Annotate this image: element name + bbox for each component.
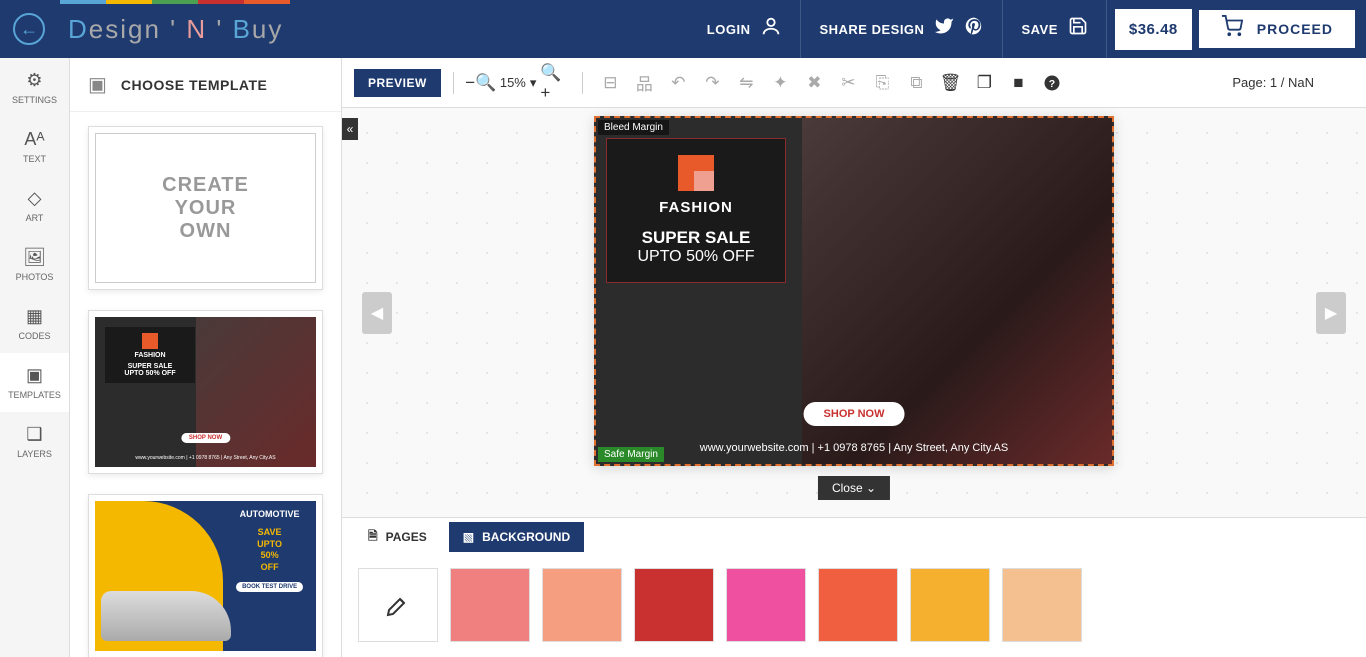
template-panel-header: ▣ CHOOSE TEMPLATE [70, 58, 341, 112]
left-sidebar: ⚙SETTINGS AᴬTEXT ◇ART 🖼PHOTOS ▦CODES ▣TE… [0, 58, 70, 657]
swatch-2[interactable] [542, 568, 622, 642]
save-icon [1068, 16, 1088, 42]
discount-text: UPTO 50% OFF [619, 248, 773, 266]
page-indicator: Page: 1 / NaN [1232, 75, 1314, 90]
swatch-7[interactable] [1002, 568, 1082, 642]
proceed-label: PROCEED [1257, 21, 1333, 37]
close-bottom-panel-button[interactable]: Close ⌄ [818, 476, 890, 500]
background-swatches [342, 556, 1366, 654]
app-logo: Design ' N ' Buy [68, 14, 283, 45]
pages-icon: 🗎 [368, 527, 378, 548]
template-list[interactable]: CREATE YOUR OWN FASHION SUPER SALE UPTO … [70, 112, 341, 657]
preview-button[interactable]: PREVIEW [354, 69, 441, 97]
delete-button[interactable]: ✖ [799, 68, 829, 98]
bottom-panel: 🗎 PAGES ▧ BACKGROUND [342, 517, 1366, 657]
color-picker-button[interactable] [358, 568, 438, 642]
sale-headline: SUPER SALE [619, 228, 773, 248]
sidebar-item-layers[interactable]: ❑LAYERS [0, 412, 69, 471]
cart-icon [1221, 15, 1243, 43]
canvas-footer-text: www.yourwebsite.com | +1 0978 8765 | Any… [700, 442, 1008, 454]
share-label: SHARE DESIGN [819, 22, 924, 37]
sidebar-item-photos[interactable]: 🖼PHOTOS [0, 235, 69, 294]
login-label: LOGIN [707, 22, 751, 37]
sidebar-item-codes[interactable]: ▦CODES [0, 294, 69, 353]
shapes-icon: ◇ [28, 188, 42, 209]
canvas-toolbar: PREVIEW −🔍 15%▾ 🔍+ ⊟ 品 ↶ ↷ ⇋ ✦ ✖ ✂ ⎘ ⧉ 🗑… [342, 58, 1366, 108]
template-card-fashion[interactable]: FASHION SUPER SALE UPTO 50% OFF SHOP NOW… [88, 310, 323, 474]
retouch-button[interactable]: ✦ [765, 68, 795, 98]
twitter-icon[interactable] [934, 16, 954, 42]
bleed-margin-label: Bleed Margin [598, 120, 669, 135]
save-button[interactable]: SAVE [1002, 0, 1105, 58]
zoom-in-button[interactable]: 🔍+ [540, 68, 570, 98]
canvas-viewport[interactable]: « ◀ ▶ Bleed Margin Cut Margin Safe Margi… [342, 108, 1366, 517]
logo-color-bar [60, 0, 290, 4]
templates-icon: ▣ [26, 365, 43, 386]
flip-button[interactable]: ⇋ [731, 68, 761, 98]
brand-text: FASHION [619, 199, 773, 216]
redo-button[interactable]: ↷ [697, 68, 727, 98]
app-header: ← Design ' N ' Buy LOGIN SHARE DESIGN SA… [0, 0, 1366, 58]
template-header-icon: ▣ [88, 72, 107, 97]
back-button[interactable]: ← [0, 13, 58, 45]
tab-pages[interactable]: 🗎 PAGES [354, 519, 441, 556]
swatch-6[interactable] [910, 568, 990, 642]
gear-icon: ⚙ [26, 70, 42, 91]
share-design-button[interactable]: SHARE DESIGN [800, 0, 1002, 58]
template-panel-title: CHOOSE TEMPLATE [121, 77, 267, 93]
duplicate-button[interactable]: ❐ [969, 68, 999, 98]
distribute-button[interactable]: 品 [629, 68, 659, 98]
align-button[interactable]: ⊟ [595, 68, 625, 98]
color-square-icon[interactable]: ■ [1003, 68, 1033, 98]
save-label: SAVE [1021, 22, 1057, 37]
price-value: $36.48 [1115, 9, 1192, 50]
price-display: $36.48 [1106, 0, 1192, 58]
sidebar-item-art[interactable]: ◇ART [0, 176, 69, 235]
canvas-area: PREVIEW −🔍 15%▾ 🔍+ ⊟ 品 ↶ ↷ ⇋ ✦ ✖ ✂ ⎘ ⧉ 🗑… [342, 58, 1366, 657]
zoom-dropdown[interactable]: 15%▾ [500, 75, 537, 91]
sidebar-item-settings[interactable]: ⚙SETTINGS [0, 58, 69, 117]
qrcode-icon: ▦ [26, 306, 43, 327]
login-button[interactable]: LOGIN [689, 0, 801, 58]
proceed-button[interactable]: PROCEED [1198, 9, 1356, 49]
collapse-panel-button[interactable]: « [342, 118, 358, 140]
swatch-4[interactable] [726, 568, 806, 642]
template-card-create[interactable]: CREATE YOUR OWN [88, 126, 323, 290]
copy-button[interactable]: ⎘ [867, 68, 897, 98]
text-icon: Aᴬ [24, 129, 44, 150]
image-icon: 🖼 [23, 247, 46, 268]
swatch-3[interactable] [634, 568, 714, 642]
tab-background[interactable]: ▧ BACKGROUND [449, 522, 584, 552]
sidebar-item-templates[interactable]: ▣TEMPLATES [0, 353, 69, 412]
design-canvas[interactable]: Bleed Margin Cut Margin Safe Margin FASH… [594, 116, 1114, 466]
layers-icon: ❑ [26, 424, 42, 445]
help-button[interactable]: ? [1037, 68, 1067, 98]
swatch-1[interactable] [450, 568, 530, 642]
zoom-out-button[interactable]: −🔍 [466, 68, 496, 98]
trash-button[interactable]: 🗑 [935, 68, 965, 98]
svg-text:?: ? [1049, 77, 1055, 89]
brand-logo-icon [678, 155, 714, 191]
pinterest-icon[interactable] [964, 16, 984, 42]
prev-page-button[interactable]: ◀ [362, 292, 392, 334]
sidebar-item-text[interactable]: AᴬTEXT [0, 117, 69, 176]
template-panel: ▣ CHOOSE TEMPLATE CREATE YOUR OWN FASHIO… [70, 58, 342, 657]
fashion-text-block[interactable]: FASHION SUPER SALE UPTO 50% OFF [606, 138, 786, 283]
next-page-button[interactable]: ▶ [1316, 292, 1346, 334]
background-icon: ▧ [463, 530, 474, 544]
chevron-down-icon: ▾ [530, 75, 537, 91]
user-icon [760, 15, 782, 43]
arrow-left-icon: ← [20, 19, 38, 40]
undo-button[interactable]: ↶ [663, 68, 693, 98]
swatch-5[interactable] [818, 568, 898, 642]
safe-margin-label: Safe Margin [598, 447, 664, 462]
cut-button[interactable]: ✂ [833, 68, 863, 98]
bottom-tabs: 🗎 PAGES ▧ BACKGROUND [342, 518, 1366, 556]
shop-now-button[interactable]: SHOP NOW [804, 402, 905, 426]
template-card-automotive[interactable]: AUTOMOTIVE SAVE UPTO 50% OFF BOOK TEST D… [88, 494, 323, 657]
paste-button[interactable]: ⧉ [901, 68, 931, 98]
